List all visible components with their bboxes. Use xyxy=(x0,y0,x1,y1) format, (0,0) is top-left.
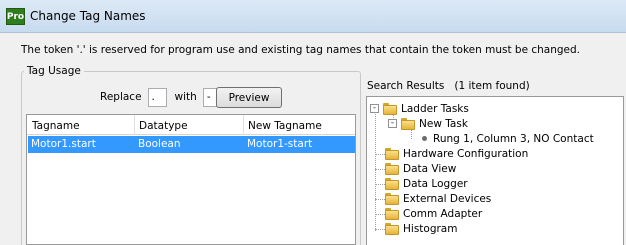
collapse-icon[interactable]: - xyxy=(370,104,379,113)
app-logo-icon: Pro xyxy=(6,8,25,25)
column-header-new-tagname[interactable]: New Tagname xyxy=(248,120,322,132)
tree-node-label: Data View xyxy=(403,162,457,175)
column-divider[interactable] xyxy=(243,115,244,135)
tree-node-data-logger[interactable]: Data Logger xyxy=(385,176,468,191)
replace-row: Replace with xyxy=(100,87,222,107)
tree-node-external-devices[interactable]: External Devices xyxy=(385,191,491,206)
tree-node-hardware-configuration[interactable]: Hardware Configuration xyxy=(385,146,528,161)
preview-button[interactable]: Preview xyxy=(216,87,282,108)
search-results-label: Search Results xyxy=(367,80,445,92)
tree-node-label: Rung 1, Column 3, NO Contact xyxy=(433,132,594,145)
tree-connector xyxy=(375,214,385,215)
folder-icon xyxy=(385,147,399,160)
folder-icon xyxy=(385,222,399,235)
replace-input[interactable] xyxy=(147,87,167,107)
tree-connector xyxy=(375,184,385,185)
tree-node-label: Comm Adapter xyxy=(403,207,483,220)
column-header-tagname[interactable]: Tagname xyxy=(32,120,80,132)
info-message: The token '.' is reserved for program us… xyxy=(21,44,581,56)
tree-node-data-view[interactable]: Data View xyxy=(385,161,456,176)
tree-node-label: New Task xyxy=(419,117,468,130)
folder-icon xyxy=(385,162,399,175)
tree-node-label: Ladder Tasks xyxy=(401,102,469,115)
tree-node-rung-item[interactable]: Rung 1, Column 3, NO Contact xyxy=(422,131,594,146)
cell-tagname: Motor1.start xyxy=(31,138,96,150)
tree-connector xyxy=(375,169,385,170)
column-header-datatype[interactable]: Datatype xyxy=(139,120,188,132)
search-results-tree: - Ladder Tasks - New Task Rung 1, Column… xyxy=(366,96,624,245)
tree-connector xyxy=(375,229,385,230)
folder-icon xyxy=(383,102,397,115)
column-divider[interactable] xyxy=(134,115,135,135)
folder-icon xyxy=(385,207,399,220)
search-results-count: (1 item found) xyxy=(454,80,530,92)
tag-table: Tagname Datatype New Tagname Motor1.star… xyxy=(26,114,356,245)
tree-node-label: Hardware Configuration xyxy=(403,147,529,160)
folder-icon xyxy=(401,117,415,130)
tree-node-ladder-tasks[interactable]: - Ladder Tasks xyxy=(370,101,469,116)
replace-label: Replace xyxy=(100,91,142,103)
tree-node-new-task[interactable]: - New Task xyxy=(388,116,468,131)
with-label: with xyxy=(174,91,197,103)
tree-node-histogram[interactable]: Histogram xyxy=(385,221,457,236)
folder-icon xyxy=(385,177,399,190)
tree-node-label: Histogram xyxy=(403,222,458,235)
collapse-icon[interactable]: - xyxy=(388,119,397,128)
tree-connector xyxy=(375,109,376,231)
table-row[interactable]: Motor1.start Boolean Motor1-start xyxy=(28,136,355,153)
tag-usage-label: Tag Usage xyxy=(24,65,84,77)
title-bar: Pro Change Tag Names xyxy=(0,0,626,33)
search-results-header: Search Results (1 item found) xyxy=(367,80,530,92)
tree-node-label: External Devices xyxy=(403,192,492,205)
cell-datatype: Boolean xyxy=(138,138,181,150)
tree-connector xyxy=(375,199,385,200)
window-title: Change Tag Names xyxy=(30,9,146,23)
tree-node-comm-adapter[interactable]: Comm Adapter xyxy=(385,206,482,221)
table-header: Tagname Datatype New Tagname xyxy=(27,115,355,135)
tree-node-label: Data Logger xyxy=(403,177,468,190)
folder-icon xyxy=(385,192,399,205)
cell-new-tagname: Motor1-start xyxy=(247,138,313,150)
bullet-icon xyxy=(422,136,427,141)
tree-connector xyxy=(375,154,385,155)
